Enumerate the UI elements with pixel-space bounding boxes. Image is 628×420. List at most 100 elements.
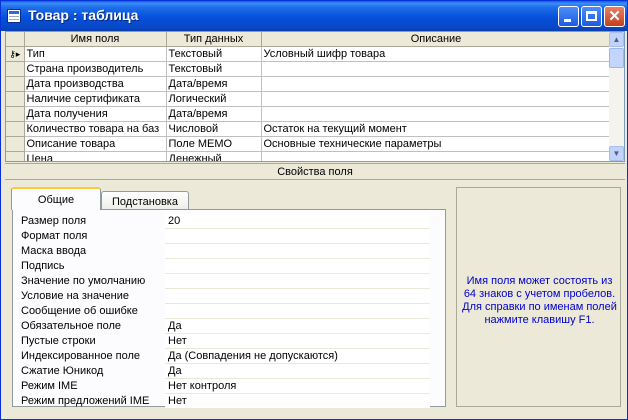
property-value[interactable]: 20 (165, 214, 430, 229)
field-name-cell[interactable]: Дата получения (24, 106, 167, 122)
property-label: Сжатие Юникод (21, 365, 104, 377)
row-selector-header (6, 32, 25, 47)
property-row: Маска ввода (17, 244, 435, 259)
property-label: Обязательное поле (21, 320, 122, 332)
property-row: Сжатие Юникод Да (17, 364, 435, 379)
column-header-data-type[interactable]: Тип данных (166, 32, 262, 47)
property-value[interactable]: Да (165, 319, 430, 334)
property-row: Сообщение об ошибке (17, 304, 435, 319)
property-row: Обязательное поле Да (17, 319, 435, 334)
description-cell[interactable]: Основные технические параметры (261, 136, 612, 152)
property-row: Режим предложений IME Нет (17, 394, 435, 409)
property-value[interactable] (165, 229, 430, 244)
table-row[interactable]: Дата производства Дата/время (6, 76, 612, 92)
table-row[interactable]: Наличие сертификата Логический (6, 91, 612, 107)
field-name-cell[interactable]: Цена (24, 151, 167, 161)
property-label: Режим IME (21, 380, 78, 392)
primary-key-icon: ⚷▸ (9, 49, 21, 59)
property-value[interactable] (165, 274, 430, 289)
table-design-window: Товар : таблица ✕ Имя поля Тип данных Оп… (0, 0, 628, 420)
property-value[interactable] (165, 244, 430, 259)
data-type-cell[interactable]: Текстовый (166, 46, 262, 62)
table-row[interactable]: Цена Денежный (6, 151, 612, 161)
field-name-cell[interactable]: Тип (24, 46, 167, 62)
table-row[interactable]: ⚷▸ Тип Текстовый Условный шифр товара (6, 46, 612, 62)
close-button[interactable]: ✕ (604, 6, 625, 27)
property-row: Значение по умолчанию (17, 274, 435, 289)
description-cell[interactable] (261, 151, 612, 161)
property-value[interactable]: Нет (165, 334, 430, 349)
row-selector[interactable] (6, 91, 25, 107)
field-name-cell[interactable]: Дата производства (24, 76, 167, 92)
maximize-button[interactable] (581, 6, 602, 27)
property-label: Сообщение об ошибке (21, 305, 138, 317)
general-tab-content: Размер поля 20 Формат поля Маска ввода П… (12, 209, 446, 409)
property-value[interactable]: Нет (165, 394, 430, 409)
description-cell[interactable] (261, 61, 612, 77)
data-type-cell[interactable]: Числовой (166, 121, 262, 137)
field-name-cell[interactable]: Количество товара на баз (24, 121, 167, 137)
minimize-icon (564, 19, 571, 22)
property-label: Пустые строки (21, 335, 96, 347)
help-panel: Имя поля может состоять из 64 знаков с у… (456, 187, 621, 407)
row-selector[interactable] (6, 76, 25, 92)
window-title: Товар : таблица (28, 7, 139, 23)
row-selector[interactable] (6, 61, 25, 77)
property-value[interactable]: Да (Совпадения не допускаются) (165, 349, 430, 364)
data-type-cell[interactable]: Дата/время (166, 76, 262, 92)
property-row: Пустые строки Нет (17, 334, 435, 349)
scroll-down-button[interactable]: ▼ (609, 146, 624, 161)
property-label: Режим предложений IME (21, 395, 150, 407)
data-type-cell[interactable]: Текстовый (166, 61, 262, 77)
property-value[interactable]: Нет контроля (165, 379, 430, 394)
description-cell[interactable] (261, 76, 612, 92)
property-value[interactable] (165, 289, 430, 304)
scroll-thumb[interactable] (609, 48, 624, 68)
scroll-up-button[interactable]: ▲ (609, 32, 624, 47)
row-selector[interactable] (6, 106, 25, 122)
data-type-cell[interactable]: Денежный (166, 151, 262, 161)
table-row[interactable]: Дата получения Дата/время (6, 106, 612, 122)
field-name-cell[interactable]: Наличие сертификата (24, 91, 167, 107)
maximize-icon (586, 11, 597, 21)
minimize-button[interactable] (558, 6, 579, 27)
description-cell[interactable]: Остаток на текущий момент (261, 121, 612, 137)
title-bar[interactable]: Товар : таблица ✕ (1, 1, 627, 31)
row-selector[interactable] (6, 136, 25, 152)
close-icon: ✕ (608, 8, 621, 25)
row-selector[interactable] (6, 121, 25, 137)
field-grid: Имя поля Тип данных Описание ⚷▸ Тип Текс… (5, 31, 625, 162)
description-cell[interactable]: Условный шифр товара (261, 46, 612, 62)
property-value[interactable] (165, 259, 430, 274)
column-header-description[interactable]: Описание (261, 32, 612, 47)
table-row[interactable]: Количество товара на баз Числовой Остато… (6, 121, 612, 137)
property-label: Размер поля (21, 215, 87, 227)
tab-lookup[interactable]: Подстановка (101, 191, 189, 211)
tab-general[interactable]: Общие (11, 187, 101, 210)
data-type-cell[interactable]: Дата/время (166, 106, 262, 122)
property-row: Режим IME Нет контроля (17, 379, 435, 394)
property-value[interactable]: Да (165, 364, 430, 379)
chevron-down-icon: ▼ (612, 149, 621, 158)
property-label: Условие на значение (21, 290, 130, 302)
property-row: Размер поля 20 (17, 214, 435, 229)
data-type-cell[interactable]: Поле MEMO (166, 136, 262, 152)
field-name-cell[interactable]: Страна производитель (24, 61, 167, 77)
property-value[interactable] (165, 304, 430, 319)
description-cell[interactable] (261, 106, 612, 122)
property-label: Формат поля (21, 230, 88, 242)
row-selector[interactable]: ⚷▸ (6, 46, 25, 62)
field-name-cell[interactable]: Описание товара (24, 136, 167, 152)
data-type-cell[interactable]: Логический (166, 91, 262, 107)
row-selector[interactable] (6, 151, 25, 161)
table-row[interactable]: Описание товара Поле MEMO Основные техни… (6, 136, 612, 152)
field-properties-header: Свойства поля (5, 163, 625, 180)
property-row: Индексированное поле Да (Совпадения не д… (17, 349, 435, 364)
column-header-field-name[interactable]: Имя поля (24, 32, 167, 47)
property-label: Индексированное поле (21, 350, 140, 362)
table-row[interactable]: Страна производитель Текстовый (6, 61, 612, 77)
description-cell[interactable] (261, 91, 612, 107)
property-label: Подпись (21, 260, 65, 272)
vertical-scrollbar[interactable]: ▲ ▼ (609, 32, 624, 161)
chevron-up-icon: ▲ (612, 35, 621, 44)
